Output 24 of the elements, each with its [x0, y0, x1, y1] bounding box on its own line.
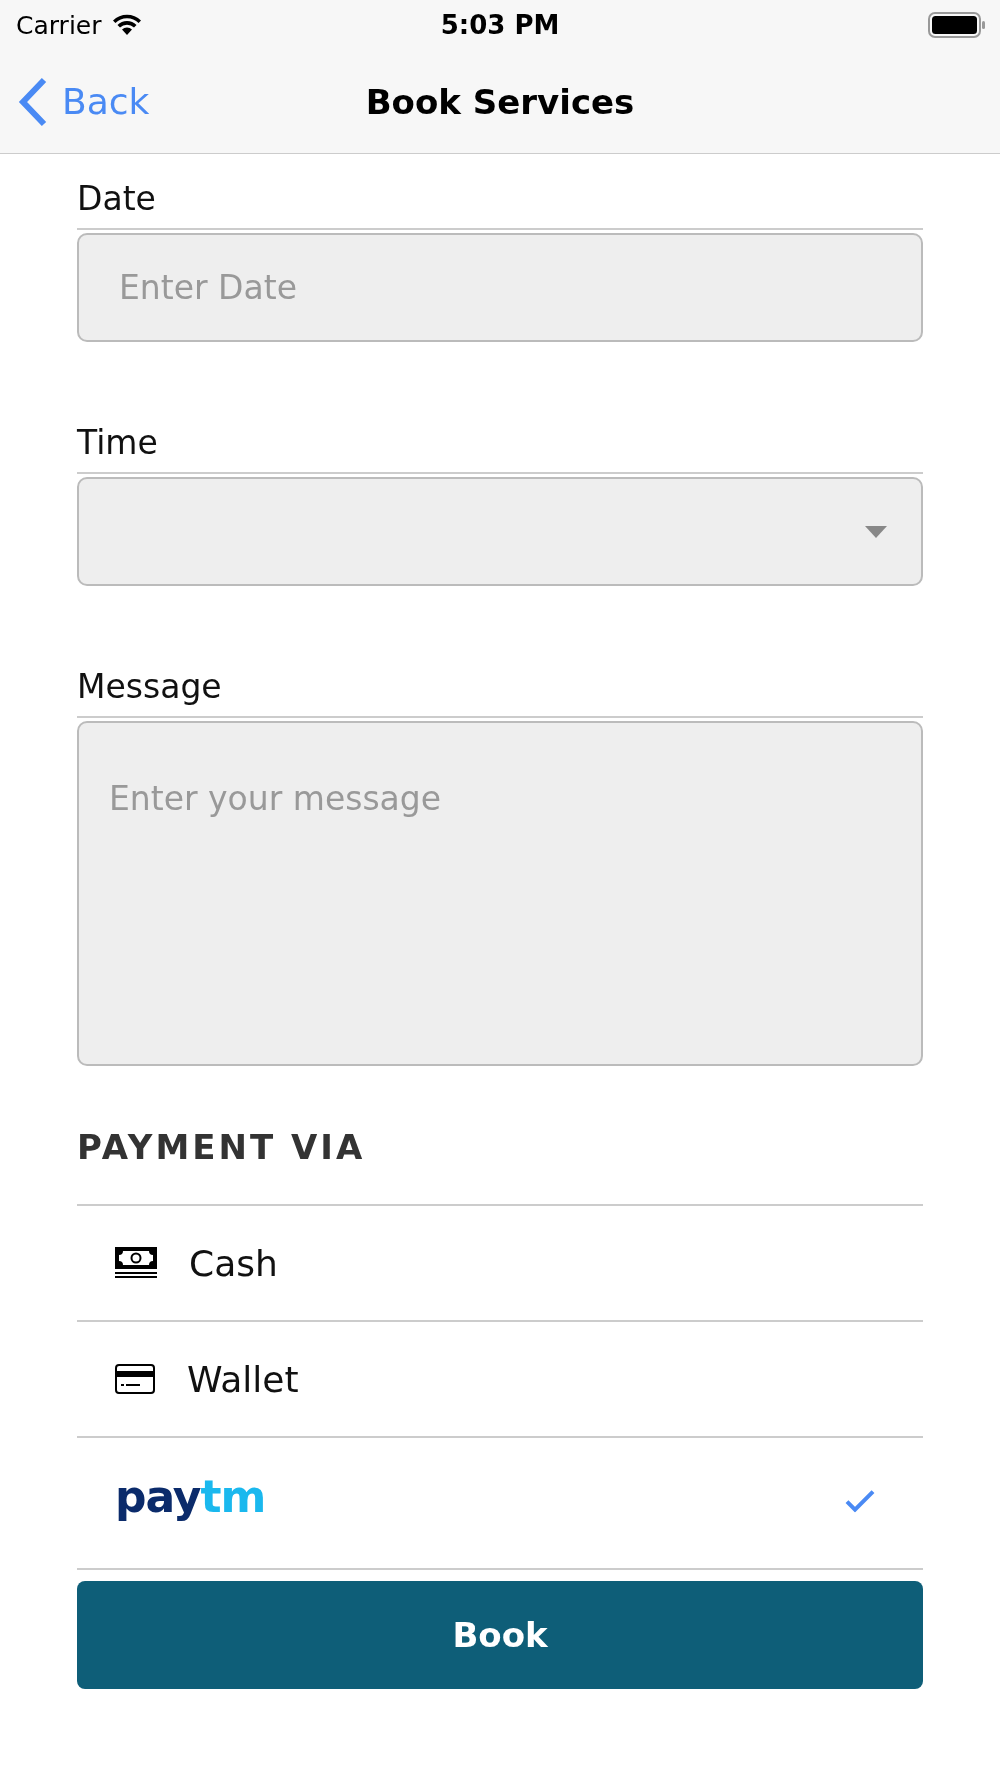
dropdown-caret-icon: [865, 525, 887, 538]
payment-option[interactable]: Cash: [77, 1206, 923, 1322]
option-label: Wallet: [187, 1358, 299, 1400]
field-label: Message: [77, 667, 222, 706]
field-label: Time: [77, 423, 158, 462]
back-chevron-icon: [18, 76, 48, 127]
paytm-logo: paytm: [115, 1470, 266, 1522]
credit-card-icon: [115, 1364, 155, 1394]
checkmark-icon: [845, 1488, 875, 1513]
banknote-icon: [115, 1247, 157, 1279]
status-time: 5:03 PM: [440, 10, 560, 40]
payment-option[interactable]: Wallet: [77, 1322, 923, 1438]
message-input-field[interactable]: Enter your message: [77, 721, 923, 1066]
date-input-field[interactable]: Enter Date: [77, 233, 923, 342]
section-heading: PAYMENT VIA: [77, 1127, 366, 1167]
field-label: Date: [77, 179, 156, 218]
payment-option[interactable]: paytm: [77, 1438, 923, 1570]
battery-icon: [928, 12, 986, 38]
carrier-name: Carrier: [16, 10, 102, 40]
wifi-icon: [111, 14, 142, 36]
screen-title: Book Services: [365, 81, 635, 122]
time-dropdown[interactable]: [77, 477, 923, 586]
book-button[interactable]: Book: [77, 1581, 923, 1689]
option-label: Cash: [189, 1242, 278, 1284]
